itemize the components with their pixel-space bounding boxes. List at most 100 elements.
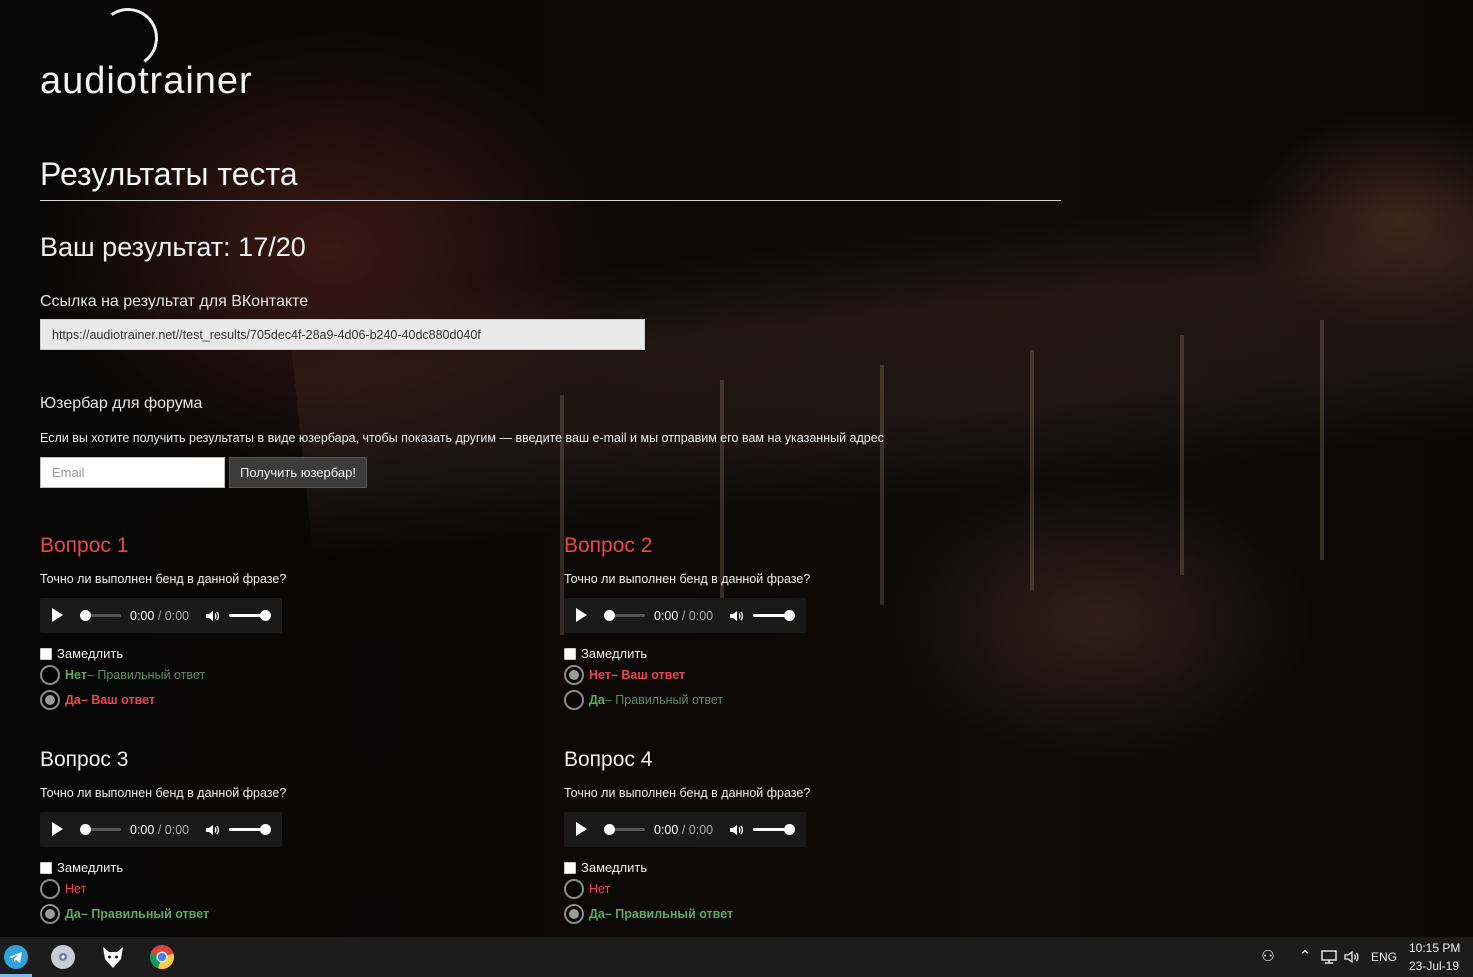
radio-button[interactable] <box>564 665 584 685</box>
play-icon[interactable] <box>52 822 63 836</box>
slow-down-label: Замедлить <box>57 860 124 875</box>
answer-label: Нет <box>65 882 87 896</box>
answer-label: Нет <box>65 668 87 682</box>
background-fret <box>1180 335 1184 575</box>
get-userbar-button[interactable]: Получить юзербар! <box>229 457 367 488</box>
seek-handle[interactable] <box>604 610 615 621</box>
player-time: 0:00 / 0:00 <box>130 609 190 623</box>
answer-note: – Ваш ответ <box>80 693 156 707</box>
telegram-icon[interactable] <box>1 942 31 972</box>
answer-note: – Правильный ответ <box>80 907 210 921</box>
question-text: Точно ли выполнен бенд в данной фразе? <box>40 572 287 586</box>
volume-icon[interactable] <box>204 608 220 624</box>
answer-option[interactable]: Нет <box>40 879 86 899</box>
email-input[interactable] <box>40 457 225 488</box>
question-3: Вопрос 3 Точно ли выполнен бенд в данной… <box>40 748 500 938</box>
audio-player: 0:00 / 0:00 <box>40 598 282 633</box>
slow-down-checkbox[interactable]: Замедлить <box>40 646 123 661</box>
seek-handle[interactable] <box>80 824 91 835</box>
volume-handle[interactable] <box>784 610 795 621</box>
title-divider <box>40 200 1061 201</box>
question-title: Вопрос 2 <box>564 534 653 557</box>
answer-option[interactable]: Нет – Правильный ответ <box>40 665 205 685</box>
volume-handle[interactable] <box>784 824 795 835</box>
question-title: Вопрос 4 <box>564 748 653 771</box>
answer-option[interactable]: Да – Ваш ответ <box>40 690 155 710</box>
input-language[interactable]: ENG <box>1371 950 1397 964</box>
seek-handle[interactable] <box>604 824 615 835</box>
player-time: 0:00 / 0:00 <box>654 609 714 623</box>
volume-icon[interactable] <box>204 822 220 838</box>
speaker-icon[interactable] <box>1343 948 1361 966</box>
checkbox-box[interactable] <box>564 647 576 660</box>
question-title: Вопрос 1 <box>40 534 129 557</box>
radio-button[interactable] <box>40 690 60 710</box>
userbar-description: Если вы хотите получить результаты в вид… <box>40 431 884 445</box>
question-1: Вопрос 1 Точно ли выполнен бенд в данной… <box>40 534 500 724</box>
answer-label: Нет <box>589 668 611 682</box>
answer-note: – Правильный ответ <box>604 907 734 921</box>
question-title: Вопрос 3 <box>40 748 129 771</box>
radio-button[interactable] <box>40 904 60 924</box>
answer-option[interactable]: Да – Правильный ответ <box>40 904 209 924</box>
answer-option[interactable]: Да – Правильный ответ <box>564 690 723 710</box>
audio-player: 0:00 / 0:00 <box>40 812 282 847</box>
answer-option[interactable]: Да – Правильный ответ <box>564 904 733 924</box>
audio-player: 0:00 / 0:00 <box>564 598 806 633</box>
clock-time[interactable]: 10:15 PM <box>1409 941 1460 955</box>
people-icon[interactable]: ⚇ <box>1259 948 1277 966</box>
audio-player: 0:00 / 0:00 <box>564 812 806 847</box>
checkbox-box[interactable] <box>40 861 52 874</box>
chevron-up-icon[interactable]: ⌃ <box>1296 948 1314 966</box>
radio-button[interactable] <box>40 879 60 899</box>
play-icon[interactable] <box>576 822 587 836</box>
volume-icon[interactable] <box>728 822 744 838</box>
chrome-icon[interactable] <box>147 942 177 972</box>
radio-button[interactable] <box>564 904 584 924</box>
checkbox-box[interactable] <box>40 647 52 660</box>
volume-icon[interactable] <box>728 608 744 624</box>
slow-down-label: Замедлить <box>581 646 648 661</box>
radio-button[interactable] <box>40 665 60 685</box>
fox-icon[interactable] <box>98 942 128 972</box>
answer-option[interactable]: Нет <box>564 879 610 899</box>
question-text: Точно ли выполнен бенд в данной фразе? <box>40 786 287 800</box>
radio-button[interactable] <box>564 879 584 899</box>
clock-date[interactable]: 23-Jul-19 <box>1409 959 1459 973</box>
play-icon[interactable] <box>576 608 587 622</box>
site-logo[interactable]: audiotrainer <box>40 3 270 102</box>
slow-down-checkbox[interactable]: Замедлить <box>40 860 123 875</box>
answer-note: – Правильный ответ <box>604 693 724 707</box>
page-title: Результаты теста <box>40 156 298 192</box>
radio-button[interactable] <box>564 690 584 710</box>
play-icon[interactable] <box>52 608 63 622</box>
volume-handle[interactable] <box>260 824 271 835</box>
answer-label: Да <box>589 907 605 921</box>
answer-option[interactable]: Нет – Ваш ответ <box>564 665 685 685</box>
background-fret <box>1320 320 1324 560</box>
checkbox-box[interactable] <box>564 861 576 874</box>
answer-label: Да <box>589 693 605 707</box>
question-text: Точно ли выполнен бенд в данной фразе? <box>564 572 811 586</box>
logo-text: audiotrainer <box>40 60 253 102</box>
answer-note: – Ваш ответ <box>610 668 686 682</box>
background-fret <box>1030 350 1034 590</box>
answer-note: – Правильный ответ <box>86 668 206 682</box>
answer-label: Да <box>65 693 81 707</box>
taskbar: ⚇ ⌃ ENG 10:15 PM 23-Jul-19 <box>0 937 1473 977</box>
answer-label: Нет <box>589 882 611 896</box>
seek-handle[interactable] <box>80 610 91 621</box>
dvd-icon[interactable] <box>48 942 78 972</box>
question-4: Вопрос 4 Точно ли выполнен бенд в данной… <box>564 748 1024 938</box>
player-time: 0:00 / 0:00 <box>654 823 714 837</box>
slow-down-checkbox[interactable]: Замедлить <box>564 646 647 661</box>
slow-down-label: Замедлить <box>57 646 124 661</box>
userbar-label: Юзербар для форума <box>40 395 203 412</box>
slow-down-checkbox[interactable]: Замедлить <box>564 860 647 875</box>
answer-label: Да <box>65 907 81 921</box>
network-icon[interactable] <box>1320 948 1338 966</box>
question-text: Точно ли выполнен бенд в данной фразе? <box>564 786 811 800</box>
question-2: Вопрос 2 Точно ли выполнен бенд в данной… <box>564 534 1024 724</box>
volume-handle[interactable] <box>260 610 271 621</box>
vk-link-field[interactable]: https://audiotrainer.net//test_results/7… <box>40 319 645 350</box>
